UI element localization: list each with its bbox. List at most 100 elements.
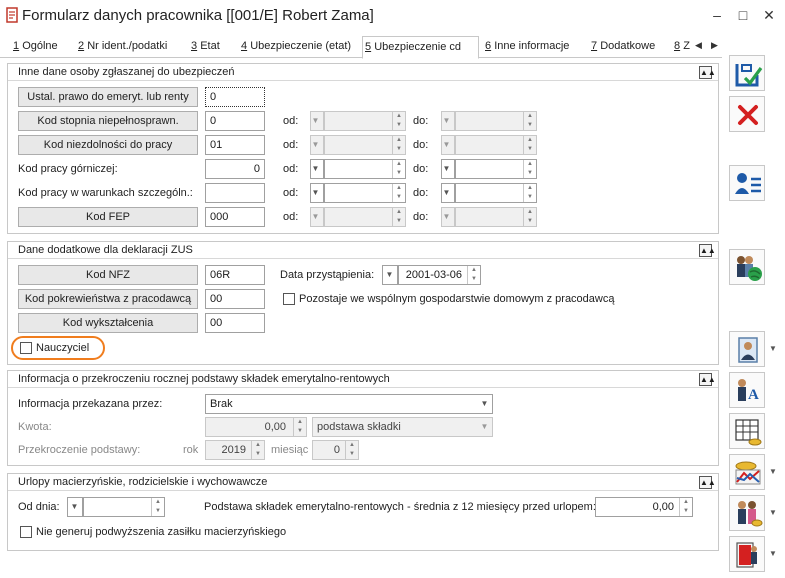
tab-nr-ident[interactable]: 2 Nr ident./podatki [76,36,169,58]
praca-szczegolne-input[interactable] [205,183,265,203]
niepelnosprawnosc-od-date: ▲ ▼ [324,111,406,131]
kwota-type-dropdown: podstawa składki ▼ [312,417,493,437]
praca-gornicza-input[interactable]: 0 [205,159,265,179]
praca-szczegolne-do-date[interactable]: ▲ ▼ [455,183,537,203]
table-coins-icon [735,419,762,446]
praca-szczegolne-od-date[interactable]: ▲ ▼ [324,183,406,203]
data-przystapienia-label: Data przystąpienia: [280,269,375,281]
employees-button[interactable] [729,249,765,285]
charts-button[interactable] [729,454,765,490]
praca-gornicza-od-date[interactable]: ▲ ▼ [324,159,406,179]
fep-do-date: ▲ ▼ [455,207,537,227]
minimize-button[interactable]: – [707,6,727,24]
svg-text:A: A [748,387,759,403]
exit-door-dropdown-icon[interactable]: ▼ [767,549,779,558]
od-dnia-date[interactable]: ▲ ▼ [83,497,165,517]
od-dnia-label: Od dnia: [18,501,60,513]
podstawa-skladek-input[interactable]: 0,00 ▲ ▼ [595,497,693,517]
people-money-icon [738,501,763,527]
tab-etat[interactable]: 3 Etat [189,36,222,58]
collapse-icon[interactable]: ▲▲ [699,476,716,489]
rok-input: 2019 ▲ ▼ [205,440,265,460]
od-label: od: [283,163,299,175]
people-money-dropdown-icon[interactable]: ▼ [767,508,779,517]
chevron-down-icon: ▼ [311,212,320,221]
niepelnosprawnosc-input[interactable]: 0 [205,111,265,131]
niezdolnosc-od-date: ▲ ▼ [324,135,406,155]
chevron-down-icon: ▼ [311,116,320,125]
nauczyciel-checkbox[interactable] [20,342,32,354]
chart-coins-icon [735,461,761,485]
tab-ogolne[interactable]: 1 Ogólne [11,36,60,58]
kod-pokrewienstwa-input[interactable]: 00 [205,289,265,309]
maximize-button[interactable]: □ [733,6,753,24]
photo-dropdown-icon[interactable]: ▼ [767,344,779,353]
kod-wyksztalcenia-input[interactable]: 00 [205,313,265,333]
praca-szczegolne-do-dropdown[interactable]: ▼ [441,183,455,203]
wspolne-gospodarstwo-checkbox[interactable] [283,293,295,305]
niezdolnosc-do-dropdown: ▼ [441,135,455,155]
niezdolnosc-button[interactable]: Kod niezdolności do pracy [18,135,198,155]
nauczyciel-label: Nauczyciel [36,342,90,354]
niezdolnosc-input[interactable]: 01 [205,135,265,155]
cancel-button[interactable] [729,96,765,132]
od-dnia-dropdown[interactable]: ▼ [67,497,83,517]
wspolne-gospodarstwo-label: Pozostaje we wspólnym gospodarstwie domo… [299,293,615,305]
emeryt-renta-input[interactable]: 0 [205,87,265,107]
przekroczenie-podstawy-label: Przekroczenie podstawy: [18,444,141,456]
informacja-przekazana-dropdown[interactable]: Brak ▼ [205,394,493,414]
praca-gornicza-do-dropdown[interactable]: ▼ [441,159,455,179]
table-coins-button[interactable] [729,413,765,449]
niepelnosprawnosc-button[interactable]: Kod stopnia niepełnosprawn. [18,111,198,131]
collapse-icon[interactable]: ▲▲ [699,373,716,386]
praca-gornicza-do-date[interactable]: ▲ ▼ [455,159,537,179]
door-person-icon [736,542,757,568]
miesiac-label: miesiąc [271,444,309,456]
close-button[interactable]: ✕ [759,6,779,24]
tab-dodatkowe[interactable]: 7 Dodatkowe [589,36,657,58]
data-przystapienia-dropdown[interactable]: ▼ [382,265,398,285]
kod-wyksztalcenia-button[interactable]: Kod wykształcenia [18,313,198,333]
chevron-down-icon: ▼ [70,502,79,511]
exit-door-button[interactable] [729,536,765,572]
kod-fep-button[interactable]: Kod FEP [18,207,198,227]
emeryt-renta-button[interactable]: Ustal. prawo do emeryt. lub renty [18,87,198,107]
kod-nfz-button[interactable]: Kod NFZ [18,265,198,285]
nie-generuj-zasilku-label: Nie generuj podwyższenia zasiłku macierz… [36,526,287,538]
photo-button[interactable] [729,331,765,367]
nie-generuj-zasilku-checkbox[interactable] [20,526,32,538]
tab-ubezpieczenie-etat[interactable]: 4 Ubezpieczenie (etat) [239,36,353,58]
tab-scroll-left-icon[interactable]: ◀ [695,40,702,51]
kod-nfz-input[interactable]: 06R [205,265,265,285]
od-label: od: [283,211,299,223]
employee-card-button[interactable] [729,165,765,201]
praca-szczegolne-od-dropdown[interactable]: ▼ [310,183,324,203]
data-przystapienia-date[interactable]: 2001-03-06 ▲ ▼ [398,265,481,285]
kod-fep-input[interactable]: 000 [205,207,265,227]
save-button[interactable] [729,55,765,91]
tab-inne-informacje[interactable]: 6 Inne informacje [483,36,571,58]
charts-dropdown-icon[interactable]: ▼ [767,467,779,476]
collapse-icon[interactable]: ▲▲ [699,244,716,257]
person-list-icon [735,173,761,194]
od-label: od: [283,187,299,199]
text-edit-button[interactable]: A [729,372,765,408]
title-bar: Formularz danych pracownika [[001/E] Rob… [0,0,785,32]
section-title: Dane dodatkowe dla deklaracji ZUS [18,244,193,256]
tab-scroll-right-icon[interactable]: ▶ [711,40,718,51]
chevron-down-icon: ▼ [385,270,394,279]
chevron-down-icon: ▼ [311,188,320,197]
od-label: od: [283,115,299,127]
section-title: Inne dane osoby zgłaszanej do ubezpiecze… [18,66,235,78]
tab-8[interactable]: 8 Z [672,36,692,58]
praca-gornicza-od-dropdown[interactable]: ▼ [310,159,324,179]
kod-pokrewienstwa-button[interactable]: Kod pokrewieństwa z pracodawcą [18,289,198,309]
collapse-icon[interactable]: ▲▲ [699,66,716,79]
do-label: do: [413,163,429,175]
tab-ubezpieczenie-cd[interactable]: 5 Ubezpieczenie cd [362,36,479,59]
od-label: od: [283,139,299,151]
people-money-button[interactable] [729,495,765,531]
chevron-down-icon: ▼ [442,188,451,197]
miesiac-input: 0 ▲ ▼ [312,440,359,460]
section-title: Informacja o przekroczeniu rocznej podst… [18,373,390,385]
